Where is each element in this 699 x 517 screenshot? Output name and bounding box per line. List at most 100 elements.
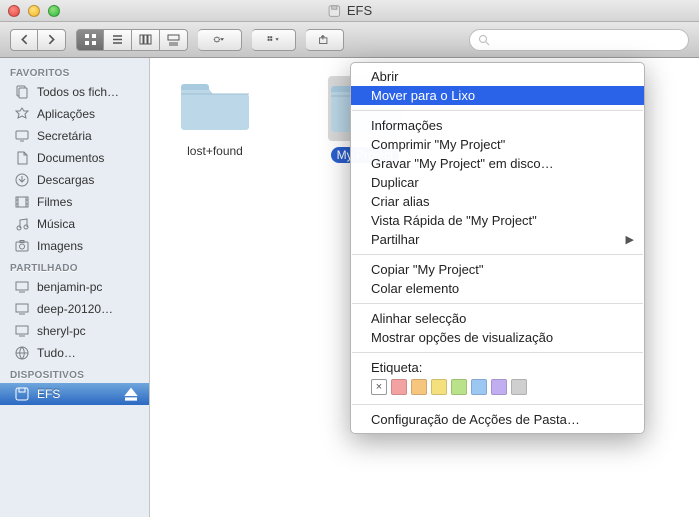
forward-button[interactable] xyxy=(38,29,66,51)
share-button[interactable] xyxy=(306,29,344,51)
folder-label: lost+found xyxy=(181,143,249,159)
arrange-button-group xyxy=(252,29,296,51)
pc-icon xyxy=(14,323,30,339)
folder-item[interactable]: lost+found xyxy=(170,76,260,159)
ctx-burn[interactable]: Gravar "My Project" em disco… xyxy=(351,154,644,173)
content-pane[interactable]: lost+found My Project Abrir Mover para o… xyxy=(150,58,699,517)
coverflow-view-button[interactable] xyxy=(160,29,188,51)
ctx-view-options[interactable]: Mostrar opções de visualização xyxy=(351,328,644,347)
minimize-window-button[interactable] xyxy=(28,5,40,17)
music-icon xyxy=(14,216,30,232)
sidebar-item-label: Todos os fich… xyxy=(37,85,119,99)
window-controls xyxy=(8,5,60,17)
sidebar-item-movies[interactable]: Filmes xyxy=(0,191,149,213)
sidebar-item-desktop[interactable]: Secretária xyxy=(0,125,149,147)
ctx-get-info[interactable]: Informações xyxy=(351,116,644,135)
sidebar-item-label: sheryl-pc xyxy=(37,324,86,338)
pc-icon xyxy=(14,301,30,317)
ctx-open[interactable]: Abrir xyxy=(351,67,644,86)
window-title-text: EFS xyxy=(347,3,372,18)
sidebar-item-all-files[interactable]: Todos os fich… xyxy=(0,81,149,103)
ctx-separator xyxy=(352,352,643,353)
label-swatch-gray[interactable] xyxy=(511,379,527,395)
list-view-button[interactable] xyxy=(104,29,132,51)
sidebar-item-label: Filmes xyxy=(37,195,72,209)
ctx-clean-up[interactable]: Alinhar selecção xyxy=(351,309,644,328)
submenu-arrow-icon: ▶ xyxy=(626,233,634,246)
view-buttons xyxy=(76,29,188,51)
desktop-icon xyxy=(14,128,30,144)
ctx-separator xyxy=(352,254,643,255)
applications-icon xyxy=(14,106,30,122)
pictures-icon xyxy=(14,238,30,254)
search-field[interactable] xyxy=(469,29,689,51)
window-title: EFS xyxy=(327,3,372,18)
documents-icon xyxy=(14,150,30,166)
sidebar-item-label: Documentos xyxy=(37,151,104,165)
sidebar-item-all-shared[interactable]: Tudo… xyxy=(0,342,149,364)
pc-icon xyxy=(14,279,30,295)
ctx-separator xyxy=(352,404,643,405)
eject-icon[interactable] xyxy=(123,386,139,402)
sidebar-item-label: Aplicações xyxy=(37,107,95,121)
movies-icon xyxy=(14,194,30,210)
sidebar-item-label: Secretária xyxy=(37,129,92,143)
ctx-folder-actions[interactable]: Configuração de Acções de Pasta… xyxy=(351,410,644,429)
label-swatch-red[interactable] xyxy=(391,379,407,395)
sidebar-item-shared-pc[interactable]: sheryl-pc xyxy=(0,320,149,342)
ctx-paste[interactable]: Colar elemento xyxy=(351,279,644,298)
toolbar xyxy=(0,22,699,58)
label-swatch-none[interactable]: × xyxy=(371,379,387,395)
column-view-button[interactable] xyxy=(132,29,160,51)
window-body: FAVORITOS Todos os fich… Aplicações Secr… xyxy=(0,58,699,517)
toolbar-spacer xyxy=(354,29,689,51)
sidebar-item-downloads[interactable]: Descargas xyxy=(0,169,149,191)
titlebar: EFS xyxy=(0,0,699,22)
ctx-compress[interactable]: Comprimir "My Project" xyxy=(351,135,644,154)
back-button[interactable] xyxy=(10,29,38,51)
action-button-group xyxy=(198,29,242,51)
network-icon xyxy=(14,345,30,361)
ctx-separator xyxy=(352,110,643,111)
ctx-quick-look[interactable]: Vista Rápida de "My Project" xyxy=(351,211,644,230)
ctx-move-to-trash[interactable]: Mover para o Lixo xyxy=(351,86,644,105)
folder-icon xyxy=(180,76,250,132)
ctx-copy[interactable]: Copiar "My Project" xyxy=(351,260,644,279)
sidebar-section-header: DISPOSITIVOS xyxy=(0,364,149,383)
sidebar-item-shared-pc[interactable]: benjamin-pc xyxy=(0,276,149,298)
sidebar-item-shared-pc[interactable]: deep-20120… xyxy=(0,298,149,320)
ctx-duplicate[interactable]: Duplicar xyxy=(351,173,644,192)
ctx-share[interactable]: Partilhar▶ xyxy=(351,230,644,249)
sidebar-item-music[interactable]: Música xyxy=(0,213,149,235)
disk-icon xyxy=(14,386,30,402)
nav-buttons xyxy=(10,29,66,51)
share-button-group xyxy=(306,29,344,51)
sidebar-item-documents[interactable]: Documentos xyxy=(0,147,149,169)
label-swatch-orange[interactable] xyxy=(411,379,427,395)
sidebar-item-label: Música xyxy=(37,217,75,231)
sidebar-item-label: benjamin-pc xyxy=(37,280,102,294)
sidebar-section-header: PARTILHADO xyxy=(0,257,149,276)
label-swatch-blue[interactable] xyxy=(471,379,487,395)
ctx-separator xyxy=(352,303,643,304)
label-swatch-purple[interactable] xyxy=(491,379,507,395)
arrange-menu-button[interactable] xyxy=(252,29,296,51)
sidebar-item-device-efs[interactable]: EFS xyxy=(0,383,149,405)
ctx-make-alias[interactable]: Criar alias xyxy=(351,192,644,211)
sidebar-item-label: Tudo… xyxy=(37,346,76,360)
sidebar-item-label: EFS xyxy=(37,387,60,401)
sidebar-item-pictures[interactable]: Imagens xyxy=(0,235,149,257)
sidebar-item-label: deep-20120… xyxy=(37,302,113,316)
action-menu-button[interactable] xyxy=(198,29,242,51)
sidebar-item-applications[interactable]: Aplicações xyxy=(0,103,149,125)
downloads-icon xyxy=(14,172,30,188)
sidebar-item-label: Descargas xyxy=(37,173,94,187)
all-files-icon xyxy=(14,84,30,100)
label-swatch-green[interactable] xyxy=(451,379,467,395)
label-swatch-yellow[interactable] xyxy=(431,379,447,395)
sidebar: FAVORITOS Todos os fich… Aplicações Secr… xyxy=(0,58,150,517)
zoom-window-button[interactable] xyxy=(48,5,60,17)
icon-view-button[interactable] xyxy=(76,29,104,51)
search-icon xyxy=(478,34,490,46)
close-window-button[interactable] xyxy=(8,5,20,17)
